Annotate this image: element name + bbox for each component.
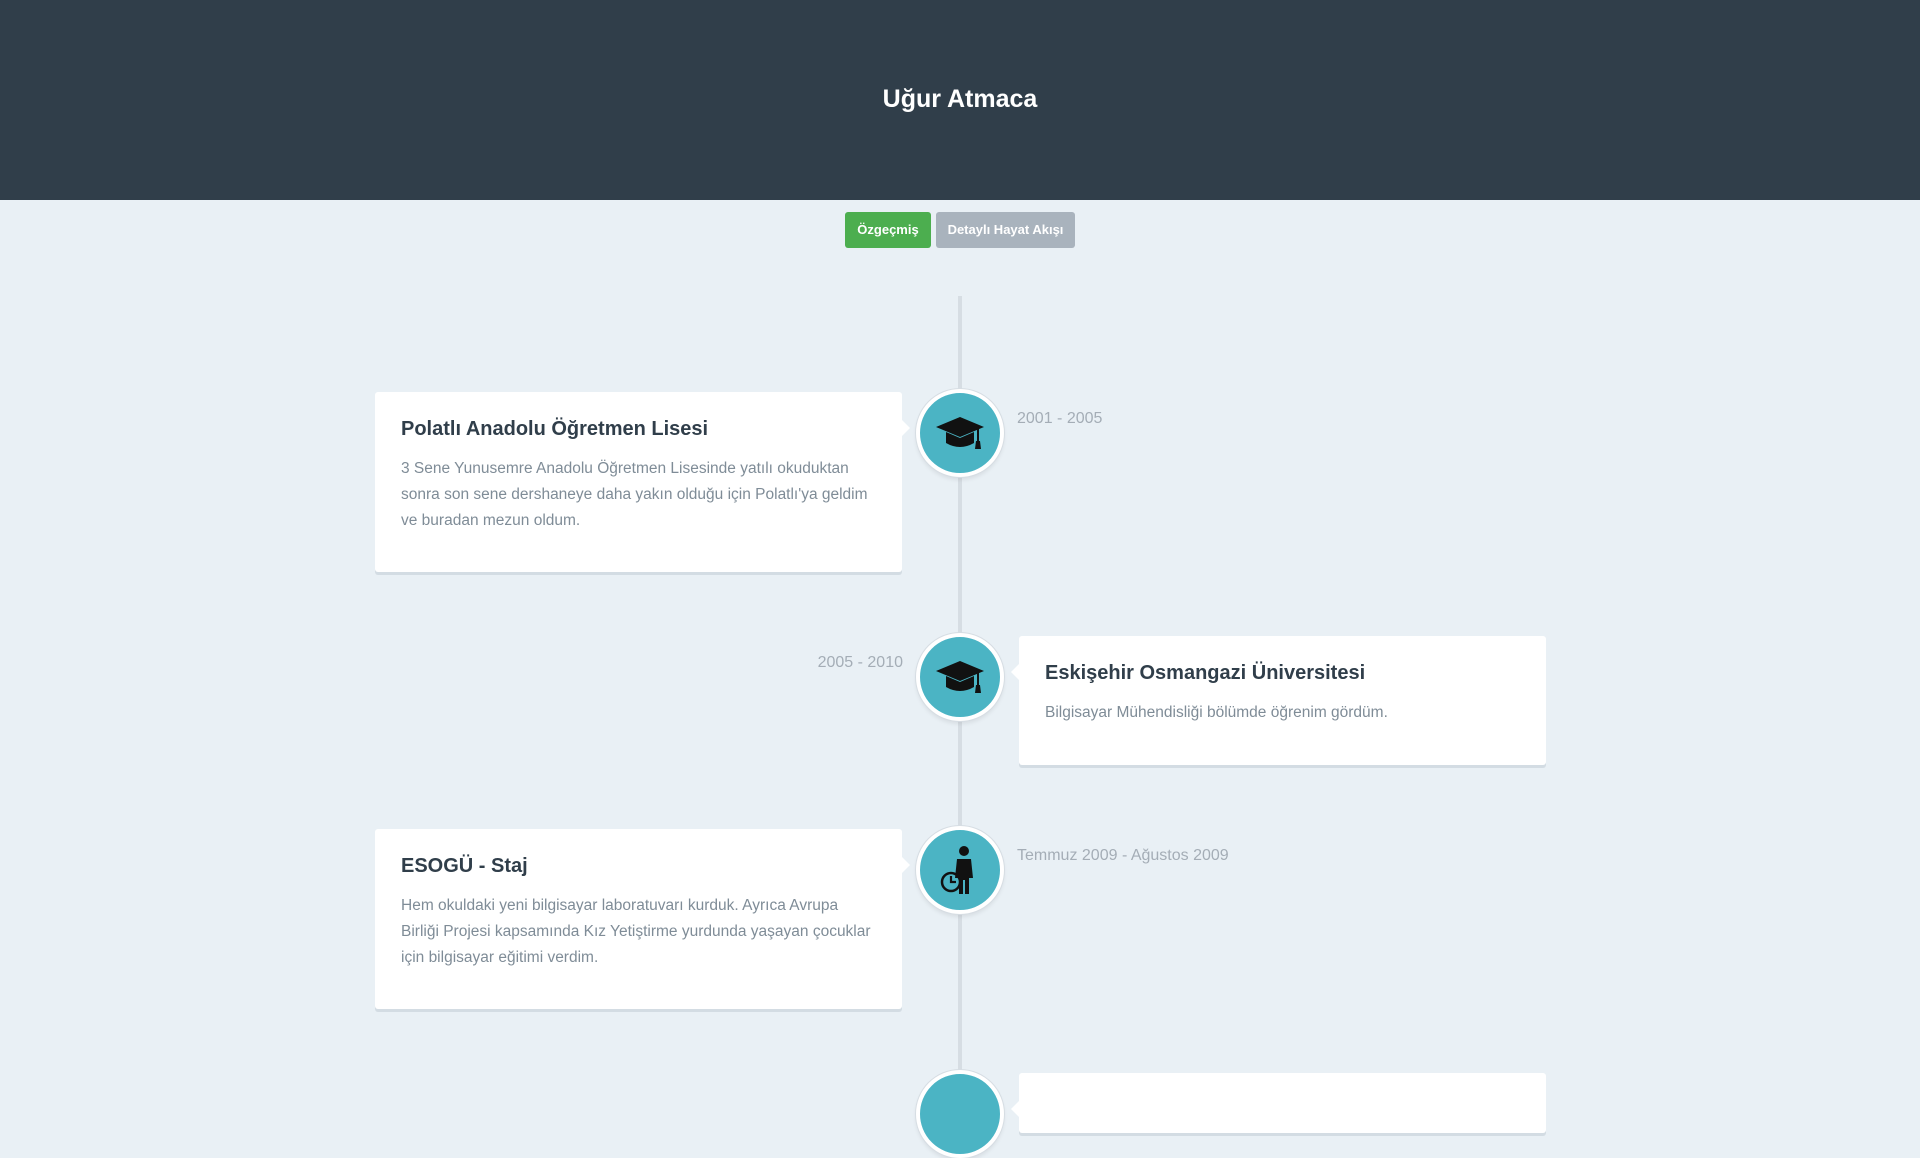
timeline-card-description: Hem okuldaki yeni bilgisayar laboratuvar… (401, 897, 871, 966)
timeline-card: Eskişehir Osmangazi Üniversitesi Bilgisa… (1011, 636, 1546, 765)
resume-button[interactable]: Özgeçmiş (845, 212, 931, 248)
timeline-date: 2001 - 2005 (1017, 410, 1103, 427)
graduation-cap-icon (916, 633, 1004, 721)
timeline-card: ESOGÜ - Staj Hem okuldaki yeni bilgisaya… (375, 829, 910, 1009)
timeline-card-title: ESOGÜ - Staj (401, 855, 528, 877)
life-flow-button[interactable]: Detaylı Hayat Akışı (936, 212, 1075, 248)
timeline-card-description: Bilgisayar Mühendisliği bölümde öğrenim … (1045, 704, 1388, 721)
graduation-cap-icon (916, 389, 1004, 477)
timeline-card-description: 3 Sene Yunusemre Anadolu Öğretmen Lisesi… (401, 460, 868, 529)
businessman-clock-icon (916, 826, 1004, 914)
timeline-date: Temmuz 2009 - Ağustos 2009 (1017, 847, 1229, 864)
timeline-card-title: Polatlı Anadolu Öğretmen Lisesi (401, 418, 709, 440)
timeline-date: 2005 - 2010 (817, 654, 903, 671)
timeline-card-title: Eskişehir Osmangazi Üniversitesi (1045, 662, 1366, 684)
page-header: Uğur Atmaca (0, 0, 1920, 200)
timeline-icon (916, 1070, 1004, 1158)
timeline-card (1011, 1073, 1546, 1133)
page-title: Uğur Atmaca (882, 85, 1038, 113)
timeline-card: Polatlı Anadolu Öğretmen Lisesi 3 Sene Y… (375, 392, 910, 572)
